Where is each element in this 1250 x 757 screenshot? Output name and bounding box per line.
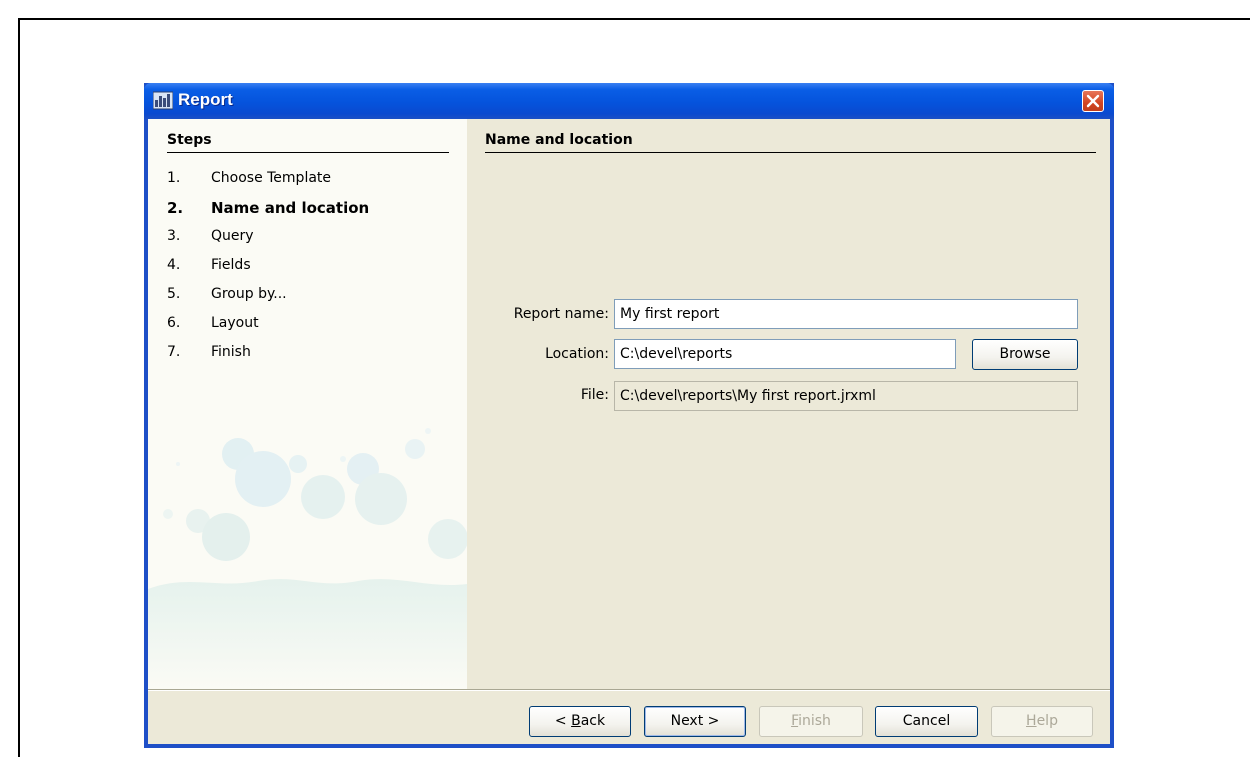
back-button-prefix: < [554, 713, 572, 729]
frame-border-top [18, 18, 1250, 20]
help-button-rest: elp [1036, 713, 1058, 729]
step-label: Layout [211, 315, 259, 331]
report-name-label: Report name: [513, 306, 609, 322]
step-number: 1. [167, 170, 181, 186]
steps-panel: Steps 1. Choose Template 2. Name and loc… [148, 119, 467, 689]
step-label: Fields [211, 257, 251, 273]
step-label: Group by... [211, 286, 287, 302]
step-number: 6. [167, 315, 181, 331]
step-number: 2. [167, 199, 184, 217]
step-label: Finish [211, 344, 251, 360]
finish-button: Finish [759, 706, 863, 737]
footer-divider-highlight [148, 690, 1110, 691]
page-title: Name and location [485, 132, 633, 148]
window-title: Report [178, 90, 233, 109]
report-app-icon [152, 91, 174, 110]
page-title-divider [485, 152, 1096, 153]
finish-button-rest: inish [798, 713, 831, 729]
step-number: 7. [167, 344, 181, 360]
step-label: Name and location [211, 199, 370, 217]
help-button: Help [991, 706, 1093, 737]
help-button-mnemonic: H [1026, 713, 1037, 729]
report-name-input[interactable] [614, 299, 1078, 329]
back-button-mnemonic: B [571, 713, 581, 729]
dialog-client-area: Steps 1. Choose Template 2. Name and loc… [148, 119, 1110, 744]
back-button-rest: ack [580, 713, 606, 729]
location-input[interactable] [614, 339, 956, 369]
step-number: 3. [167, 228, 181, 244]
file-label: File: [580, 387, 609, 403]
back-button[interactable]: < Back [529, 706, 631, 737]
steps-divider [167, 152, 449, 153]
next-button[interactable]: Next > [644, 706, 746, 737]
close-button[interactable] [1082, 90, 1104, 112]
step-number: 4. [167, 257, 181, 273]
steps-title: Steps [167, 132, 212, 148]
report-wizard-window: Report Steps 1. Choose Template 2. Name … [144, 83, 1114, 748]
browse-button[interactable]: Browse [972, 339, 1078, 370]
title-bar[interactable]: Report [144, 83, 1114, 119]
step-label: Query [211, 228, 254, 244]
frame-border-left [18, 18, 20, 757]
cancel-button[interactable]: Cancel [875, 706, 978, 737]
step-number: 5. [167, 286, 181, 302]
step-label: Choose Template [211, 170, 332, 186]
file-path-field [614, 381, 1078, 411]
location-label: Location: [545, 346, 609, 362]
close-icon [1086, 94, 1100, 108]
